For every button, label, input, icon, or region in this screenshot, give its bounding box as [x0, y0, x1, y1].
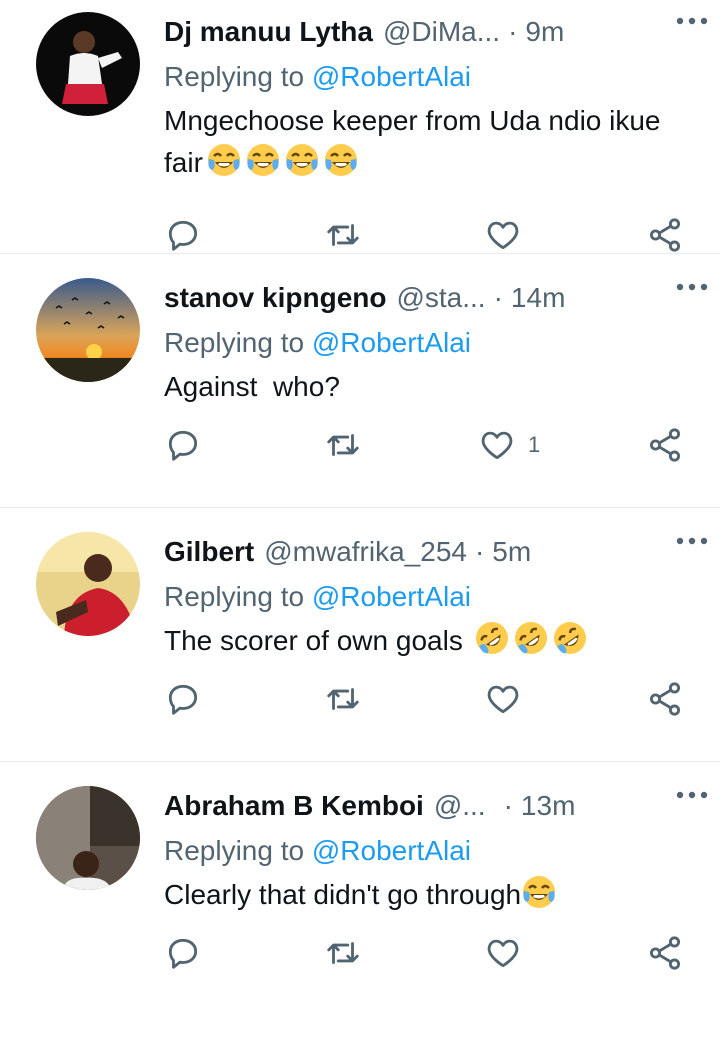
user-handle[interactable]: @DiMa...: [383, 16, 500, 48]
face-with-tears-of-joy-icon: [285, 144, 318, 176]
user-handle[interactable]: @mwafrika_254: [264, 536, 467, 568]
reply-icon: [168, 430, 198, 461]
action-bar: [164, 928, 704, 978]
more-icon: [676, 17, 708, 25]
like-button[interactable]: [484, 928, 534, 978]
share-button[interactable]: [646, 420, 684, 470]
face-with-tears-of-joy-icon: [246, 144, 279, 176]
user-handle[interactable]: @...: [434, 790, 486, 822]
more-icon: [676, 537, 708, 545]
separator: ·: [493, 282, 503, 313]
reply-button[interactable]: [164, 210, 202, 260]
action-bar: 1: [164, 420, 704, 470]
reply-button[interactable]: [164, 928, 202, 978]
retweet-button[interactable]: [324, 420, 362, 470]
avatar[interactable]: [36, 12, 140, 116]
separator: ·: [508, 16, 518, 47]
rolling-on-floor-laughing-icon: [514, 622, 547, 654]
replying-to: Replying to @RobertAlai: [164, 54, 696, 100]
share-icon: [649, 936, 681, 970]
timestamp[interactable]: 13m: [521, 790, 575, 822]
rolling-on-floor-laughing-icon: [475, 622, 508, 654]
retweet-button[interactable]: [324, 674, 362, 724]
tweet-text-body: Against who?: [164, 371, 340, 402]
timestamp[interactable]: 9m: [525, 16, 564, 48]
reply-feed: Dj manuu Lytha @DiMa... · 9m Replying to…: [0, 0, 720, 1054]
retweet-button[interactable]: [324, 210, 362, 260]
retweet-icon: [327, 224, 359, 246]
more-options-button[interactable]: [672, 780, 712, 810]
tweet-text: The scorer of own goals: [164, 620, 664, 662]
tweet-text: Against who?: [164, 366, 664, 408]
replying-to-prefix: Replying to: [164, 581, 312, 612]
like-button[interactable]: [484, 674, 534, 724]
mention-link[interactable]: @RobertAlai: [312, 327, 471, 358]
heart-icon: [487, 221, 519, 250]
reply-icon: [168, 938, 198, 969]
tweet[interactable]: stanov kipngeno @sta... · 14m Replying t…: [0, 254, 720, 508]
separator: ·: [503, 790, 513, 821]
tweet[interactable]: Abraham B Kemboi @... · 13m Replying to …: [0, 762, 720, 1052]
separator: ·: [474, 536, 485, 567]
display-name[interactable]: Gilbert: [164, 536, 254, 568]
reply-icon: [168, 220, 198, 251]
share-button[interactable]: [646, 674, 684, 724]
timestamp[interactable]: 5m: [492, 536, 531, 568]
share-button[interactable]: [646, 210, 684, 260]
heart-icon: [487, 939, 519, 968]
mention-link[interactable]: @RobertAlai: [312, 835, 471, 866]
mention-link[interactable]: @RobertAlai: [312, 61, 471, 92]
more-options-button[interactable]: [672, 272, 712, 302]
reply-button[interactable]: [164, 420, 202, 470]
retweet-icon: [327, 688, 359, 710]
retweet-icon: [327, 942, 359, 964]
reply-button[interactable]: [164, 674, 202, 724]
share-icon: [649, 428, 681, 462]
user-handle[interactable]: @sta...: [396, 282, 485, 314]
face-with-tears-of-joy-icon: [523, 876, 556, 908]
retweet-icon: [327, 434, 359, 456]
display-name[interactable]: Abraham B Kemboi: [164, 790, 424, 822]
replying-to-prefix: Replying to: [164, 61, 312, 92]
more-icon: [676, 283, 708, 291]
replying-to-prefix: Replying to: [164, 835, 312, 866]
display-name[interactable]: stanov kipngeno: [164, 282, 386, 314]
display-name[interactable]: Dj manuu Lytha: [164, 16, 373, 48]
tweet[interactable]: Dj manuu Lytha @DiMa... · 9m Replying to…: [0, 0, 720, 254]
avatar[interactable]: [36, 786, 140, 890]
face-with-tears-of-joy-icon: [324, 144, 357, 176]
reply-icon: [168, 684, 198, 715]
replying-to: Replying to @RobertAlai: [164, 574, 696, 620]
like-count: 1: [528, 432, 541, 457]
share-button[interactable]: [646, 928, 684, 978]
retweet-button[interactable]: [324, 928, 362, 978]
timestamp[interactable]: 14m: [511, 282, 565, 314]
action-bar: [164, 210, 704, 260]
replying-to: Replying to @RobertAlai: [164, 320, 696, 366]
more-options-button[interactable]: [672, 526, 712, 556]
like-button[interactable]: [484, 210, 534, 260]
tweet-text: Clearly that didn't go through: [164, 874, 696, 916]
share-icon: [649, 682, 681, 716]
tweet-text-body: Clearly that didn't go through: [164, 879, 522, 910]
tweet-text: Mngechoose keeper from Uda ndio ikue fai…: [164, 100, 664, 184]
heart-icon: [487, 685, 519, 714]
tweet[interactable]: Gilbert @mwafrika_254 · 5m Replying to @…: [0, 508, 720, 762]
replying-to-prefix: Replying to: [164, 327, 312, 358]
more-options-button[interactable]: [672, 6, 712, 36]
heart-icon: [481, 431, 513, 460]
like-button[interactable]: 1: [478, 420, 540, 470]
share-icon: [649, 218, 681, 252]
mention-link[interactable]: @RobertAlai: [312, 581, 471, 612]
rolling-on-floor-laughing-icon: [553, 622, 586, 654]
avatar[interactable]: [36, 532, 140, 636]
face-with-tears-of-joy-icon: [207, 144, 240, 176]
avatar[interactable]: [36, 278, 140, 382]
tweet-text-body: The scorer of own goals: [164, 625, 471, 656]
replying-to: Replying to @RobertAlai: [164, 828, 696, 874]
action-bar: [164, 674, 704, 724]
more-icon: [676, 791, 708, 799]
